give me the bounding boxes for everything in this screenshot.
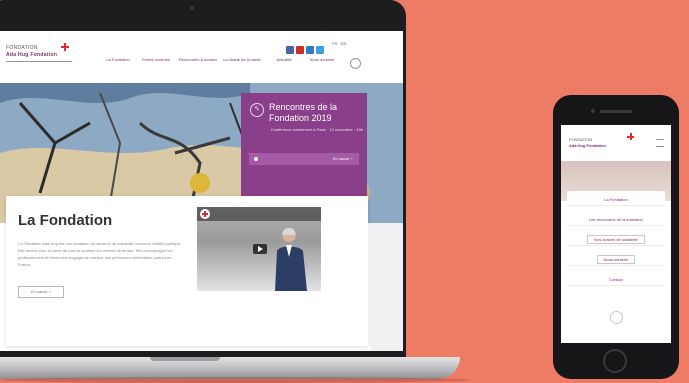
phone-menu-item-soutenir[interactable]: Nous soutenir <box>567 255 665 266</box>
dot-icon <box>254 157 258 161</box>
language-switch[interactable]: FR · EN <box>332 41 346 46</box>
phone-frame: FONDATION Ada Hug Fondation La Fondation… <box>553 95 679 379</box>
event-title: Rencontres de la Fondation 2019 <box>269 102 338 123</box>
side-strip <box>370 223 403 351</box>
logo-line2: Ada Hug Fondation <box>6 52 58 58</box>
event-more-button[interactable]: En savoir + <box>249 153 359 165</box>
phone-menu-item-actions[interactable]: Nos actions de solidarité <box>567 235 665 246</box>
search-icon[interactable] <box>350 58 361 69</box>
laptop-base <box>0 357 460 379</box>
section-title: La Fondation <box>18 212 113 229</box>
fondation-card: La Fondation La Fondation Ada Hug est un… <box>6 196 368 346</box>
phone-menu-label: La Fondation <box>604 197 628 202</box>
phone-menu-label: Les rencontres de la fondation <box>589 217 643 222</box>
speaker-figure <box>275 228 307 291</box>
laptop-shadow <box>0 377 470 383</box>
phone-menu-item-rencontres[interactable]: Les rencontres de la fondation <box>567 215 665 226</box>
event-button-label: En savoir + <box>332 156 353 161</box>
phone-logo-line2: Ada Hug Fondation <box>569 143 606 148</box>
nav-item-charte[interactable]: La charte de la santé <box>222 57 262 62</box>
video-player[interactable] <box>197 207 321 291</box>
event-subtitle: Conférence évènement à Paris · 12 novemb… <box>270 127 363 132</box>
phone-nav-menu: La Fondation Les rencontres de la fondat… <box>567 191 665 331</box>
home-button[interactable] <box>603 349 627 373</box>
search-icon[interactable] <box>610 311 623 324</box>
more-button[interactable]: En savoir + <box>18 286 64 298</box>
phone-logo[interactable]: FONDATION Ada Hug Fondation <box>569 137 606 149</box>
nav-item-soutenir[interactable]: Nous soutenir <box>302 57 342 62</box>
nav-item-actualite[interactable]: Actualité <box>264 57 304 62</box>
youtube-icon[interactable] <box>296 46 304 54</box>
red-cross-icon <box>61 43 69 51</box>
main-nav: La Fondation Portes ouvertes Rencontres … <box>98 57 352 75</box>
phone-menu-item-contact[interactable]: Contact <box>567 275 665 286</box>
red-cross-icon <box>627 133 634 140</box>
phone-screen: FONDATION Ada Hug Fondation La Fondation… <box>561 125 671 343</box>
nav-item-portes-ouvertes[interactable]: Portes ouvertes <box>136 57 176 62</box>
logo-underline <box>6 61 72 62</box>
phone-menu-label: Nos actions de solidarité <box>587 235 645 244</box>
phone-menu-label: Nous soutenir <box>596 255 636 264</box>
phone-menu-label: Contact <box>609 277 623 282</box>
social-links <box>286 41 326 54</box>
nav-item-fondation[interactable]: La Fondation <box>98 57 138 62</box>
laptop-camera <box>190 6 194 10</box>
linkedin-icon[interactable] <box>306 46 314 54</box>
play-icon[interactable] <box>253 244 267 254</box>
facebook-icon[interactable] <box>286 46 294 54</box>
phone-speaker <box>600 110 632 113</box>
hamburger-icon[interactable] <box>656 139 664 147</box>
phone-camera <box>591 109 595 113</box>
laptop-base-notch <box>150 357 220 361</box>
event-card[interactable]: ✎ Rencontres de la Fondation 2019 Confér… <box>241 93 367 197</box>
section-text: La Fondation Ada Hug est une fondation d… <box>18 241 182 267</box>
nav-item-rencontres[interactable]: Rencontres & soutien <box>178 57 218 62</box>
calendar-icon: ✎ <box>250 103 264 117</box>
phone-menu-item-fondation[interactable]: La Fondation <box>567 195 665 206</box>
site-header: FONDATION Ada Hug Fondation La Fondation… <box>0 31 403 83</box>
video-channel-icon <box>200 209 210 219</box>
video-topbar <box>197 207 321 221</box>
laptop-screen: FONDATION Ada Hug Fondation La Fondation… <box>0 31 403 351</box>
twitter-icon[interactable] <box>316 46 324 54</box>
